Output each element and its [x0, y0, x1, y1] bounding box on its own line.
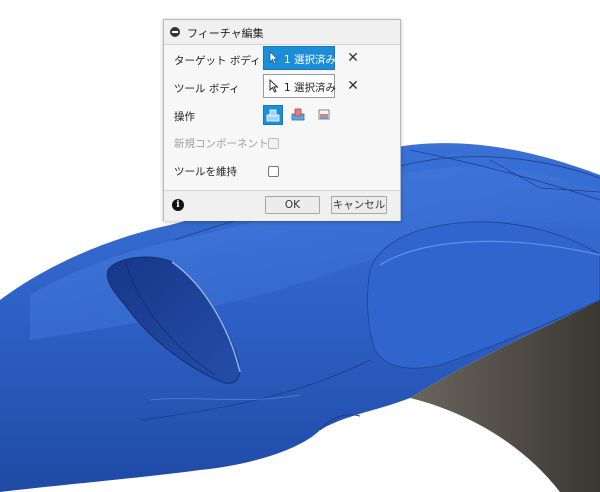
tool-body-select-button[interactable]: 1 選択済み: [263, 74, 337, 98]
collapse-icon[interactable]: [170, 27, 180, 37]
keep-tools-checkbox[interactable]: [268, 166, 279, 177]
info-icon[interactable]: i: [172, 199, 184, 211]
feature-edit-dialog: フィーチャ編集 ターゲット ボディ 1 選択済み ✕ ツール ボディ 1 選択済…: [163, 19, 401, 221]
target-body-label: ターゲット ボディ: [174, 55, 261, 67]
cursor-arrow-icon: [269, 79, 279, 93]
new-component-label: 新規コンポーネント: [174, 138, 269, 150]
join-operation-button[interactable]: [263, 105, 283, 125]
cancel-button[interactable]: キャンセル: [331, 196, 387, 214]
tool-body-clear-icon[interactable]: ✕: [346, 78, 360, 94]
keep-tools-label: ツールを維持: [174, 166, 237, 178]
new-component-checkbox[interactable]: [268, 138, 279, 149]
join-icon: [266, 109, 280, 122]
cut-icon: [291, 108, 305, 121]
tool-body-label: ツール ボディ: [174, 83, 240, 95]
cut-operation-button[interactable]: [289, 105, 309, 125]
target-body-selection: 1 選択済み: [284, 54, 337, 66]
target-body-select-button[interactable]: 1 選択済み: [263, 46, 337, 70]
cursor-arrow-icon: [269, 51, 279, 65]
operation-label: 操作: [174, 111, 195, 123]
intersect-operation-button[interactable]: [315, 105, 335, 125]
intersect-icon: [318, 109, 330, 120]
dialog-footer: i OK キャンセル: [164, 190, 400, 221]
tool-body-selection: 1 選択済み: [284, 82, 337, 94]
dialog-titlebar[interactable]: フィーチャ編集: [164, 20, 400, 45]
target-body-clear-icon[interactable]: ✕: [346, 50, 360, 66]
dialog-title: フィーチャ編集: [187, 27, 264, 40]
ok-button[interactable]: OK: [265, 196, 320, 214]
